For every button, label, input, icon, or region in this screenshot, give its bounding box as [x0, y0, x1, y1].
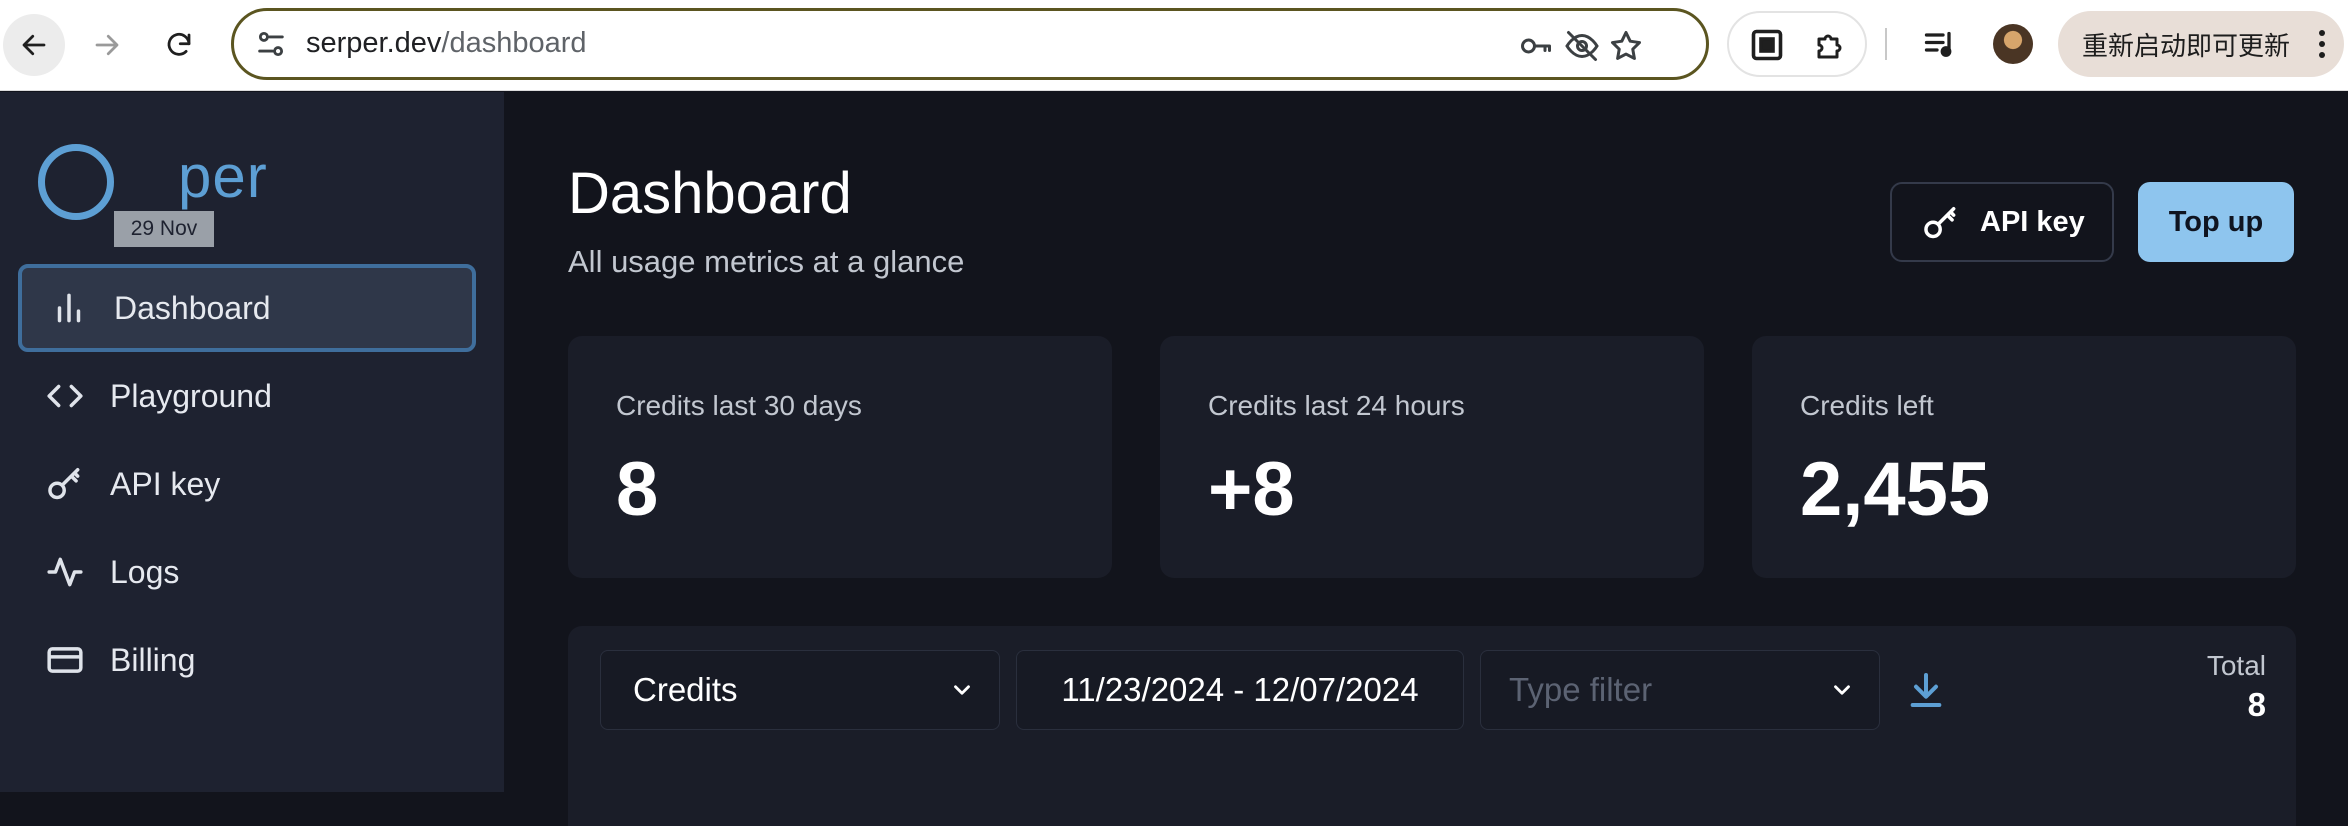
sidebar-item-playground[interactable]: Playground: [18, 352, 476, 440]
main-content: Dashboard All usage metrics at a glance …: [504, 92, 2348, 826]
stat-label: Credits last 24 hours: [1208, 390, 1465, 421]
password-key-icon[interactable]: [1518, 28, 1554, 64]
more-vert-icon: [2319, 30, 2325, 58]
extension-square-icon[interactable]: [1749, 27, 1785, 63]
chevron-down-icon: [954, 685, 970, 695]
arrow-right-icon: [95, 34, 119, 56]
download-icon[interactable]: [1906, 670, 1946, 710]
top-up-button-label: Top up: [2168, 205, 2264, 238]
arrow-left-icon: [22, 34, 46, 56]
logo-ring-icon: [38, 144, 114, 220]
key-icon: [1924, 207, 1956, 239]
api-key-button-label: API key: [1980, 205, 2085, 238]
stat-card-24-hours: Credits last 24 hours +8: [1160, 336, 1704, 578]
sidebar-item-api-key[interactable]: API key: [18, 440, 476, 528]
back-button[interactable]: [3, 14, 65, 76]
sidebar-item-logs[interactable]: Logs: [18, 528, 476, 616]
serper-logo[interactable]: per 29 Nov: [38, 140, 278, 247]
stat-label: Credits last 30 days: [616, 390, 862, 421]
extensions-group: [1727, 11, 1867, 77]
sidebar: per 29 Nov Dashboard Playground API key …: [0, 92, 504, 792]
sidebar-item-label: Billing: [110, 641, 196, 678]
browser-toolbar: serper.dev/dashboard 重新启动即可更新: [0, 0, 2348, 91]
total-value: 8: [2247, 686, 2266, 723]
api-key-button[interactable]: API key: [1890, 182, 2114, 262]
logo-text: per: [178, 143, 268, 210]
key-icon: [48, 468, 80, 500]
activity-icon: [47, 557, 83, 587]
sidebar-item-label: Playground: [110, 377, 272, 414]
code-icon: [47, 384, 83, 408]
site-settings-icon[interactable]: [254, 27, 288, 61]
puzzle-icon[interactable]: [1813, 27, 1849, 63]
page-subtitle: All usage metrics at a glance: [568, 244, 965, 279]
star-icon[interactable]: [1608, 28, 1644, 64]
chevron-down-icon: [1834, 685, 1850, 695]
media-queue-icon[interactable]: [1922, 26, 1958, 62]
stat-label: Credits left: [1800, 390, 1934, 421]
stat-card-30-days: Credits last 30 days 8: [568, 336, 1112, 578]
sidebar-item-billing[interactable]: Billing: [18, 616, 476, 704]
toolbar-divider: [1885, 28, 1887, 60]
forward-button[interactable]: [76, 14, 138, 76]
metric-select[interactable]: Credits: [600, 650, 1000, 730]
stat-value: 8: [616, 447, 659, 532]
profile-avatar[interactable]: [1993, 24, 2033, 64]
sidebar-item-dashboard[interactable]: Dashboard: [18, 264, 476, 352]
stat-value: +8: [1208, 447, 1295, 532]
update-button[interactable]: 重新启动即可更新: [2058, 11, 2344, 77]
bar-chart-icon: [57, 293, 81, 323]
date-badge: 29 Nov: [114, 211, 214, 247]
page-title: Dashboard: [568, 161, 852, 226]
sidebar-item-label: Dashboard: [114, 289, 271, 326]
sidebar-item-label: Logs: [110, 553, 180, 590]
usage-panel: Credits 11/23/2024 - 12/07/2024 Type fil…: [568, 626, 2296, 826]
stat-value: 2,455: [1800, 447, 1991, 532]
update-button-label: 重新启动即可更新: [2082, 30, 2291, 61]
address-bar[interactable]: serper.dev/dashboard: [231, 8, 1709, 80]
metric-select-value: Credits: [633, 671, 738, 708]
stat-card-credits-left: Credits left 2,455: [1752, 336, 2296, 578]
credit-card-icon: [47, 647, 83, 673]
reload-icon: [167, 32, 191, 56]
total-label: Total: [2206, 650, 2266, 681]
url-text[interactable]: serper.dev/dashboard: [306, 27, 587, 60]
eye-off-icon[interactable]: [1564, 28, 1600, 64]
top-up-button[interactable]: Top up: [2138, 182, 2294, 262]
type-filter-placeholder: Type filter: [1509, 671, 1653, 708]
date-range-picker[interactable]: 11/23/2024 - 12/07/2024: [1016, 650, 1464, 730]
reload-button[interactable]: [148, 14, 210, 76]
type-filter-select[interactable]: Type filter: [1480, 650, 1880, 730]
sidebar-item-label: API key: [110, 465, 221, 502]
date-range-value: 11/23/2024 - 12/07/2024: [1061, 671, 1419, 708]
